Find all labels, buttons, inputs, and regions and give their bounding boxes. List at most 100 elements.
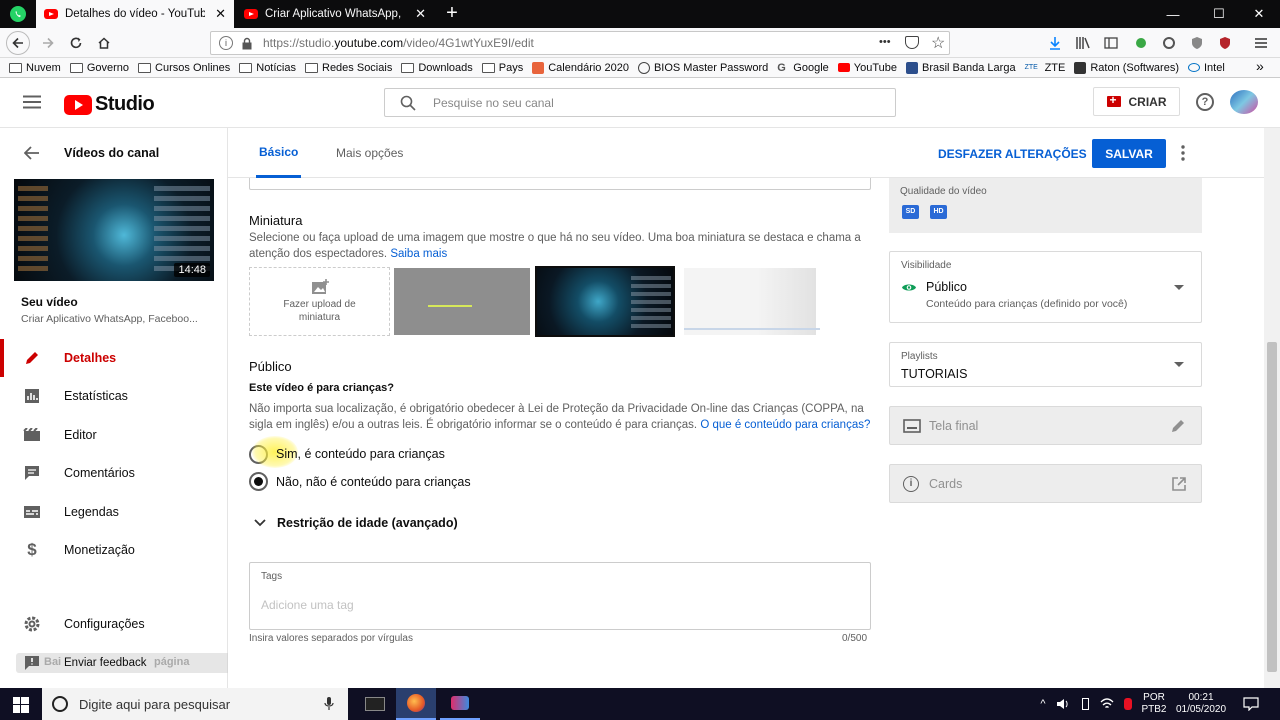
bookmark-link[interactable]: Brasil Banda Larga [906,61,1016,74]
create-button[interactable]: CRIAR [1093,87,1180,116]
bookmarks-overflow-icon[interactable]: » [1256,58,1264,74]
library-icon[interactable] [1074,34,1092,52]
bookmark-label: Raton (Softwares) [1090,61,1179,74]
bookmark-link[interactable]: YouTube [837,62,897,74]
sidebar-item-analytics[interactable]: Estatísticas [0,377,227,415]
channel-search-input[interactable]: Pesquise no seu canal [384,88,896,117]
bookmark-folder[interactable]: Downloads [401,62,473,74]
url-bar[interactable]: i https://studio. youtube.com/video/4G1wt… [210,31,950,55]
visibility-dropdown[interactable]: Visibilidade Público Conteúdo para crian… [889,251,1202,323]
close-tab-icon[interactable]: ✕ [209,6,226,22]
kids-yes-label[interactable]: Sim, é conteúdo para crianças [276,447,445,461]
input-language[interactable]: POR PTB2 [1138,688,1170,720]
kids-no-label[interactable]: Não, não é conteúdo para crianças [276,475,471,489]
bookmark-folder[interactable]: Redes Sociais [305,62,392,74]
whatsapp-icon[interactable] [10,6,26,22]
studio-logo[interactable]: Studio [64,93,155,116]
bookmark-link[interactable]: ZTE ZTE [1025,62,1066,74]
account-icon[interactable] [1160,34,1178,52]
avatar[interactable] [1230,90,1258,114]
clock[interactable]: 00:21 01/05/2020 [1172,688,1230,720]
undo-changes-button[interactable]: DESFAZER ALTERAÇÕES [938,147,1087,161]
back-arrow-icon[interactable] [24,146,40,160]
recorder-app-icon[interactable] [440,688,480,720]
lock-icon[interactable] [241,37,253,50]
learn-more-link[interactable]: Saiba mais [390,248,447,260]
shield-icon[interactable] [1188,34,1206,52]
minimize-button[interactable]: — [1150,0,1196,28]
sidebar-toggle-icon[interactable] [1102,34,1120,52]
close-tab-icon[interactable]: ✕ [409,6,426,22]
pocket-icon[interactable] [905,36,919,49]
page-scrollbar[interactable] [1264,128,1280,688]
ublock-icon[interactable] [1216,34,1234,52]
firefox-app-icon[interactable] [396,688,436,720]
bookmark-folder[interactable]: Nuvem [9,62,61,74]
sidebar-item-feedback[interactable]: Enviar feedback [0,644,227,682]
sidebar-item-settings[interactable]: Configurações [0,605,227,643]
bookmark-link[interactable]: G Google [777,62,828,74]
bookmark-folder[interactable]: Cursos Onlines [138,62,230,74]
bookmark-folder[interactable]: Pays [481,62,523,74]
forward-button[interactable] [36,31,60,55]
bookmark-folder[interactable]: Governo [69,62,129,74]
bookmark-link[interactable]: Raton (Softwares) [1074,61,1179,74]
save-button[interactable]: SALVAR [1092,139,1166,168]
sidebar-item-details[interactable]: Detalhes [0,339,227,377]
battery-icon[interactable] [1078,688,1092,720]
bookmark-folder[interactable]: Notícias [239,62,296,74]
browser-tab-active[interactable]: Detalhes do vídeo - YouTube St ✕ [36,0,234,28]
new-tab-button[interactable]: + [442,2,462,25]
tab-more-options[interactable]: Mais opções [336,128,403,178]
close-window-button[interactable]: ✕ [1236,0,1280,28]
playlists-dropdown[interactable]: Playlists TUTORIAIS [889,342,1202,387]
volume-icon[interactable] [1054,688,1072,720]
tab-basic[interactable]: Básico [256,128,302,178]
tags-field[interactable]: Tags Adicione uma tag [249,562,871,630]
menu-icon[interactable] [1252,34,1270,52]
audience-description: Não importa sua localização, é obrigatór… [249,403,871,431]
info-icon[interactable]: i [219,36,233,50]
thumbnail-option-2-selected[interactable] [535,266,675,337]
notification-badge-icon[interactable] [1122,688,1134,720]
browser-tab[interactable]: Criar Aplicativo WhatsApp, Fac ✕ [236,0,434,28]
end-screen-button[interactable]: Tela final [889,406,1202,445]
sidebar-item-editor[interactable]: Editor [0,416,227,454]
kids-content-link[interactable]: O que é conteúdo para crianças? [700,419,870,431]
sidebar-item-subtitles[interactable]: Legendas [0,493,227,531]
bookmark-link[interactable]: Intel [1188,62,1225,74]
tray-chevron-icon[interactable]: ^ [1036,688,1050,720]
help-icon[interactable]: ? [1196,93,1214,111]
cards-button[interactable]: i Cards [889,464,1202,503]
bookmark-link[interactable]: BIOS Master Password [637,61,768,74]
action-center-icon[interactable] [1238,688,1264,720]
expand-chevron-icon[interactable] [254,519,266,527]
sidebar-item-comments[interactable]: Comentários [0,454,227,492]
bookmark-link[interactable]: Calendário 2020 [532,61,629,74]
reload-icon[interactable] [64,31,88,55]
kids-no-radio[interactable] [249,472,268,491]
upload-thumbnail-button[interactable]: Fazer upload de miniatura [249,267,390,336]
page-actions-icon[interactable]: ••• [879,36,891,48]
windows-start-icon[interactable] [13,697,29,713]
wifi-icon[interactable] [1098,688,1116,720]
extension-green-icon[interactable] [1132,34,1150,52]
scrollbar-thumb[interactable] [1267,342,1277,672]
home-icon[interactable] [92,31,116,55]
calendar-icon [532,61,545,74]
terminal-app-icon[interactable] [356,688,394,720]
hamburger-menu-icon[interactable] [23,95,41,109]
back-to-videos-link[interactable]: Vídeos do canal [64,146,159,160]
taskbar-search-input[interactable]: Digite aqui para pesquisar [42,688,348,720]
sidebar-item-monetization[interactable]: $ Monetização [0,531,227,569]
more-actions-icon[interactable] [1181,145,1185,161]
thumbnail-option-1[interactable] [394,268,530,335]
bookmark-star-icon[interactable]: ☆ [931,33,945,53]
thumbnail-option-3[interactable] [680,268,820,335]
sidebar-item-label: Detalhes [64,351,117,365]
desktop-icons-right [154,183,210,271]
video-thumbnail[interactable]: 14:48 [14,179,214,281]
age-restriction-toggle[interactable]: Restrição de idade (avançado) [277,516,458,530]
download-icon[interactable] [1046,34,1064,52]
back-button[interactable] [6,31,30,55]
